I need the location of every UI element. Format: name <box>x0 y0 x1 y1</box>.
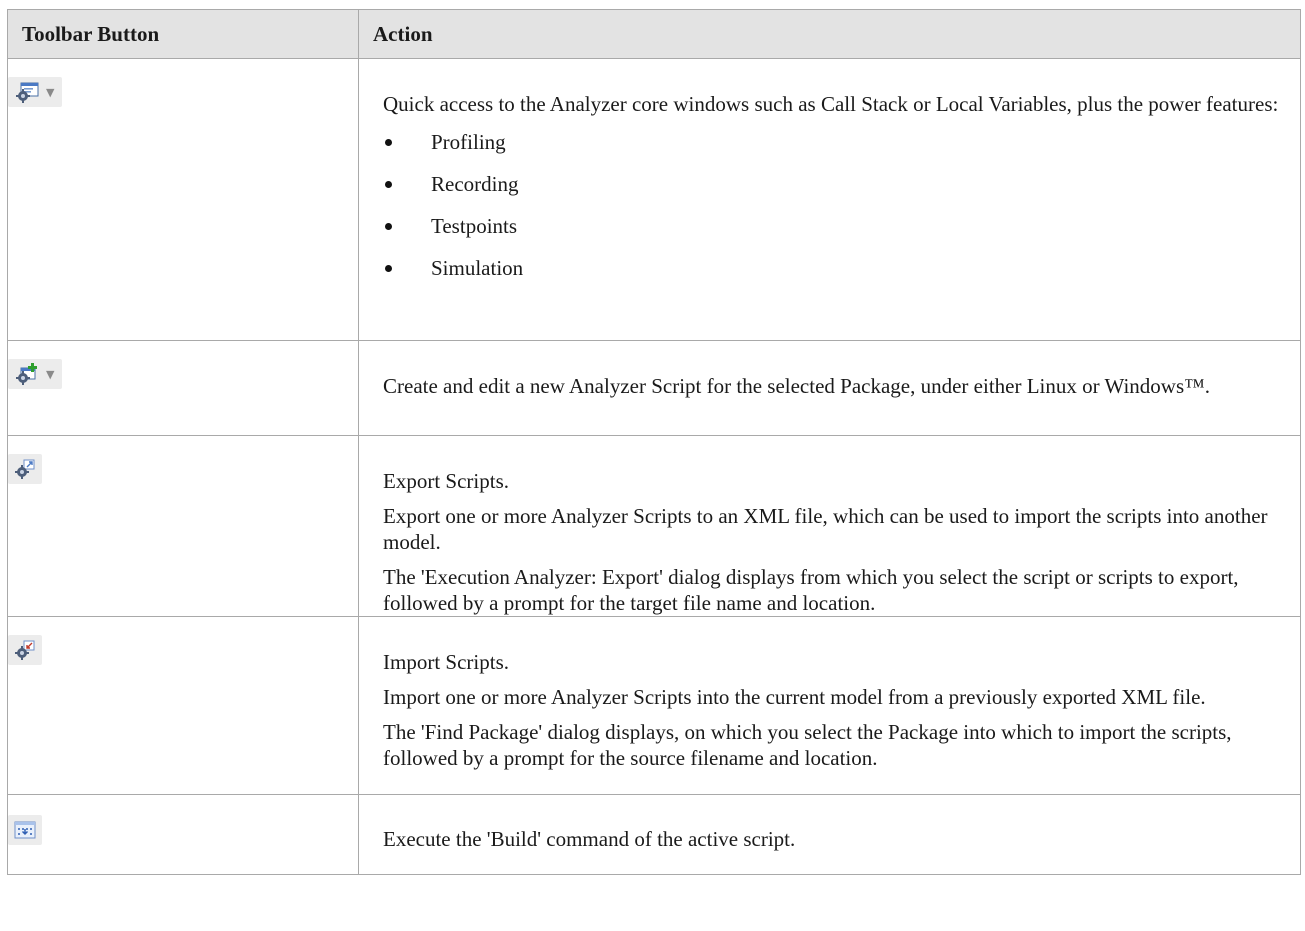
action-cell: Quick access to the Analyzer core window… <box>358 58 1301 341</box>
action-description: The 'Find Package' dialog displays, on w… <box>383 720 1232 770</box>
new-script-button[interactable]: ▼ <box>8 359 63 389</box>
column-header-toolbar-button: Toolbar Button <box>7 9 359 59</box>
list-item: Recording <box>383 171 1280 213</box>
table-row: Import Scripts. Import one or more Analy… <box>7 616 1301 795</box>
action-description: Execute the 'Build' command of the activ… <box>383 827 796 851</box>
table-row: ▼ Create and edit a new Analyzer Script … <box>7 340 1301 436</box>
action-cell: Create and edit a new Analyzer Script fo… <box>358 340 1301 436</box>
export-scripts-icon <box>14 459 36 479</box>
action-description: The 'Execution Analyzer: Export' dialog … <box>383 565 1239 615</box>
action-title: Export Scripts. <box>383 469 509 493</box>
build-button[interactable] <box>8 815 42 845</box>
new-script-icon <box>16 363 40 385</box>
toolbar-button-cell: ▼ <box>7 58 359 341</box>
list-item: Profiling <box>383 129 1280 171</box>
action-description: Create and edit a new Analyzer Script fo… <box>383 374 1210 398</box>
chevron-down-icon[interactable]: ▼ <box>46 87 54 98</box>
action-cell: Export Scripts. Export one or more Analy… <box>358 435 1301 617</box>
table-header-row: Toolbar Button Action <box>7 9 1301 59</box>
action-description: Export one or more Analyzer Scripts to a… <box>383 504 1268 554</box>
table-row: Export Scripts. Export one or more Analy… <box>7 435 1301 617</box>
toolbar-button-cell <box>7 794 359 875</box>
toolbar-button-cell <box>7 435 359 617</box>
action-description: Quick access to the Analyzer core window… <box>383 92 1279 116</box>
analyzer-windows-icon <box>16 81 40 103</box>
action-cell: Execute the 'Build' command of the activ… <box>358 794 1301 875</box>
action-cell: Import Scripts. Import one or more Analy… <box>358 616 1301 795</box>
analyzer-windows-button[interactable]: ▼ <box>8 77 63 107</box>
import-scripts-button[interactable] <box>8 635 42 665</box>
build-icon <box>14 820 36 840</box>
table-row: ▼ Quick access to the Analyzer core wind… <box>7 58 1301 341</box>
toolbar-button-cell <box>7 616 359 795</box>
list-item: Testpoints <box>383 213 1280 255</box>
table-row: Execute the 'Build' command of the activ… <box>7 794 1301 875</box>
action-description: Import one or more Analyzer Scripts into… <box>383 685 1206 709</box>
column-header-action: Action <box>358 9 1301 59</box>
import-scripts-icon <box>14 640 36 660</box>
toolbar-actions-table: Toolbar Button Action ▼ Quick access to … <box>7 9 1301 875</box>
chevron-down-icon[interactable]: ▼ <box>46 369 54 380</box>
list-item: Simulation <box>383 255 1280 297</box>
export-scripts-button[interactable] <box>8 454 42 484</box>
power-features-list: Profiling Recording Testpoints Simulatio… <box>383 129 1280 297</box>
toolbar-button-cell: ▼ <box>7 340 359 436</box>
action-title: Import Scripts. <box>383 650 509 674</box>
